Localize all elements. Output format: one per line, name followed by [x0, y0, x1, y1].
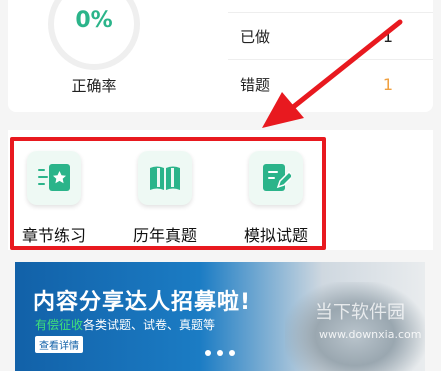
mock-exam-button[interactable]: 模拟试题 — [231, 151, 321, 246]
open-book-icon — [138, 151, 192, 205]
done-row[interactable]: 已做 1 — [228, 12, 433, 60]
chapter-practice-label: 章节练习 — [21, 226, 86, 245]
watermark-url: www.downxia.com — [319, 328, 422, 341]
wrong-label: 错题 — [240, 75, 271, 94]
handshake-image — [285, 282, 425, 371]
accuracy-ring: 0% — [48, 0, 140, 70]
banner-title: 内容分享达人招募啦! — [33, 290, 252, 315]
promo-banner[interactable]: 内容分享达人招募啦! 有偿征收各类试题、试卷、真题等 查看详情 当下软件园 ww… — [15, 262, 425, 371]
chapter-list-icon — [27, 151, 81, 205]
wrong-count: 1 — [382, 74, 393, 94]
done-label: 已做 — [240, 27, 271, 46]
stats-card: 0% 正确率 已做 1 错题 1 — [8, 0, 433, 112]
carousel-dot[interactable] — [205, 350, 211, 356]
watermark-text: 当下软件园 — [315, 302, 405, 323]
accuracy-value: 0% — [75, 8, 113, 33]
past-exams-button[interactable]: 历年真题 — [120, 151, 210, 246]
view-details-button[interactable]: 查看详情 — [35, 336, 83, 353]
accuracy-label: 正确率 — [71, 77, 117, 95]
past-exams-label: 历年真题 — [132, 226, 197, 245]
wrong-questions-row[interactable]: 错题 1 — [228, 60, 433, 108]
banner-sub-highlight: 有偿征收 — [35, 318, 84, 332]
carousel-dot[interactable] — [229, 350, 235, 356]
banner-sub-rest: 各类试题、试卷、真题等 — [83, 318, 216, 332]
done-count: 1 — [382, 26, 393, 46]
chapter-practice-button[interactable]: 章节练习 — [9, 151, 99, 246]
banner-subtitle: 有偿征收各类试题、试卷、真题等 — [35, 316, 215, 333]
carousel-dot[interactable] — [217, 350, 223, 356]
document-edit-icon — [249, 151, 303, 205]
carousel-dots[interactable] — [205, 350, 235, 356]
mock-exam-label: 模拟试题 — [243, 226, 308, 245]
